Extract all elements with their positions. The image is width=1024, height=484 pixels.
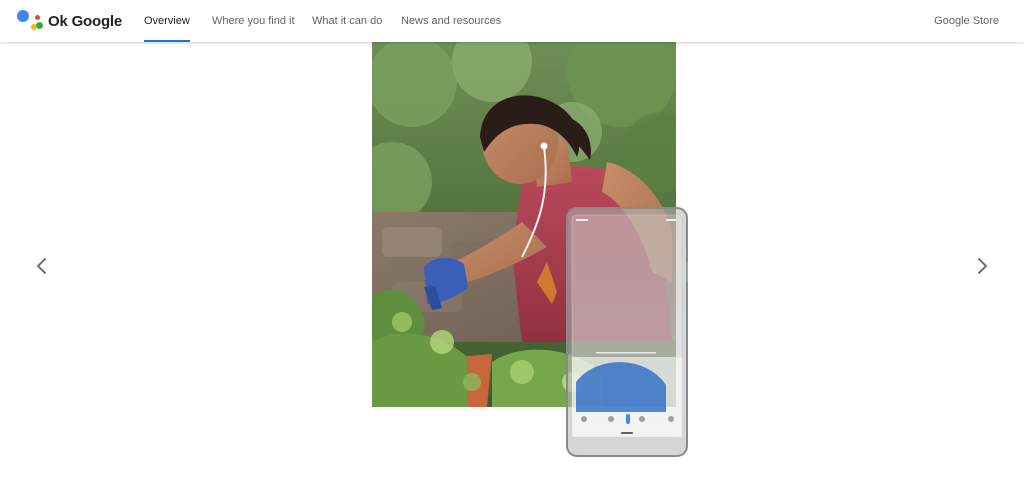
top-navigation-bar: Ok Google Overview Where you find it Wha… — [0, 0, 1024, 42]
nav-item-label: Where you find it — [212, 15, 295, 27]
nav-item-label: Overview — [144, 15, 190, 27]
google-assistant-logo-icon — [16, 9, 43, 33]
active-tab-indicator — [144, 40, 190, 42]
brand-name: Ok Google — [48, 12, 123, 30]
nav-item-label: What it can do — [312, 15, 383, 27]
carousel-prev-button[interactable] — [30, 254, 54, 278]
nav-item-where-you-find-it[interactable]: Where you find it — [212, 0, 295, 42]
chevron-right-icon — [978, 258, 987, 274]
chevron-left-icon — [37, 258, 46, 274]
nav-item-news-and-resources[interactable]: News and resources — [401, 0, 501, 42]
hero-carousel — [0, 42, 1024, 484]
nav-item-label: News and resources — [401, 15, 502, 27]
phone-mockup — [566, 207, 688, 457]
nav-item-overview[interactable]: Overview — [144, 0, 190, 42]
nav-item-what-it-can-do[interactable]: What it can do — [312, 0, 382, 42]
brand[interactable]: Ok Google — [16, 9, 122, 33]
carousel-next-button[interactable] — [970, 254, 994, 278]
google-store-link[interactable]: Google Store — [934, 0, 999, 42]
